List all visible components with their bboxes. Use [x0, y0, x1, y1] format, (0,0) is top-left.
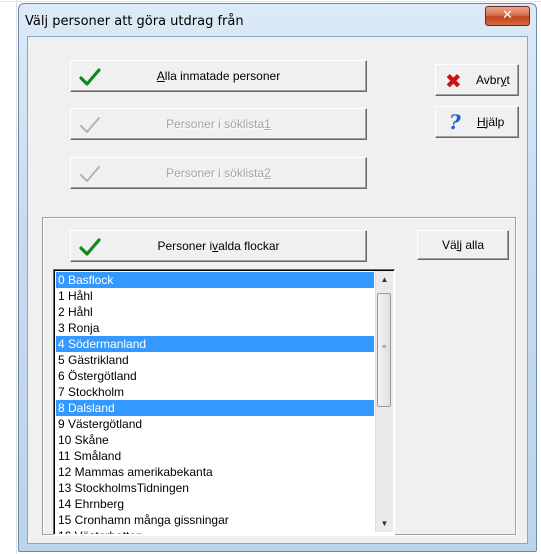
search-list-2-button[interactable]: Personer i söklista 2: [70, 157, 367, 189]
flock-list-item[interactable]: 12 Mammas amerikabekanta: [56, 464, 374, 480]
flock-list-item[interactable]: 0 Basflock: [56, 272, 374, 288]
flock-list-item[interactable]: 8 Dalsland: [56, 400, 374, 416]
select-all-label: Vä l j alla: [441, 238, 485, 252]
flock-list-item[interactable]: 11 Småland: [56, 448, 374, 464]
flock-list-item[interactable]: 14 Ehrnberg: [56, 496, 374, 512]
flock-list-item[interactable]: 15 Cronhamn många gissningar: [56, 512, 374, 528]
flock-list-item[interactable]: 1 Håhl: [56, 288, 374, 304]
window-title: Välj personer att göra utdrag från: [25, 14, 244, 29]
flock-list-item[interactable]: 4 Södermanland: [56, 336, 374, 352]
flock-list-item[interactable]: 13 StockholmsTidningen: [56, 480, 374, 496]
flock-list-item[interactable]: 3 Ronja: [56, 320, 374, 336]
close-button[interactable]: ✕: [485, 6, 530, 26]
select-all-button[interactable]: Vä l j alla: [417, 230, 509, 260]
dialog-window: Välj personer att göra utdrag från ✕ All…: [18, 3, 537, 552]
flock-list-item[interactable]: 9 Västergötland: [56, 416, 374, 432]
vertical-scrollbar[interactable]: ▲ ≡ ▼: [375, 271, 393, 532]
help-button[interactable]: ? Hjälp: [435, 106, 519, 138]
close-icon: ✖: [445, 69, 462, 93]
help-icon: ?: [449, 110, 461, 134]
scrollbar-thumb[interactable]: ≡: [377, 293, 391, 407]
all-persons-label: Alla inmatade personer: [156, 69, 281, 83]
page-border-left: [16, 0, 17, 554]
close-icon: ✕: [502, 8, 513, 23]
flock-list-items: 0 Basflock 1 Håhl 2 Håhl 3 Ronja 4 Södermanl…: [56, 272, 374, 534]
help-label: Hjälp: [477, 115, 505, 129]
flock-list-item[interactable]: 16 Västerbotten: [56, 528, 374, 534]
flock-list-item[interactable]: 5 Gästrikland: [56, 352, 374, 368]
search-list-1-label: Personer i söklista 1: [166, 117, 271, 131]
scroll-up-arrow-icon[interactable]: ▲: [376, 271, 393, 288]
flock-list-item[interactable]: 7 Stockholm: [56, 384, 374, 400]
all-persons-button[interactable]: Alla inmatade personer: [70, 60, 367, 92]
search-list-1-button[interactable]: Personer i söklista 1: [70, 108, 367, 140]
selected-flocks-button[interactable]: Personer i v alda flockar: [70, 230, 367, 262]
flock-list-item[interactable]: 2 Håhl: [56, 304, 374, 320]
grip-icon: ≡: [382, 344, 387, 351]
flock-list-item[interactable]: 10 Skåne: [56, 432, 374, 448]
flock-listbox[interactable]: 0 Basflock 1 Håhl 2 Håhl 3 Ronja 4 Södermanl…: [53, 269, 395, 535]
cancel-label: Avbr y t: [476, 73, 510, 87]
title-bar[interactable]: Välj personer att göra utdrag från ✕: [19, 4, 536, 38]
page-border-top: [0, 1, 541, 2]
scroll-down-arrow-icon[interactable]: ▼: [376, 515, 393, 532]
search-list-2-label: Personer i söklista 2: [166, 166, 271, 180]
dialog-body: Alla inmatade personer Personer i söklis…: [27, 36, 528, 544]
flock-list-item[interactable]: 6 Östergötland: [56, 368, 374, 384]
selected-flocks-label: Personer i v alda flockar: [157, 239, 280, 253]
cancel-button[interactable]: ✖ Avbr y t: [435, 64, 519, 96]
